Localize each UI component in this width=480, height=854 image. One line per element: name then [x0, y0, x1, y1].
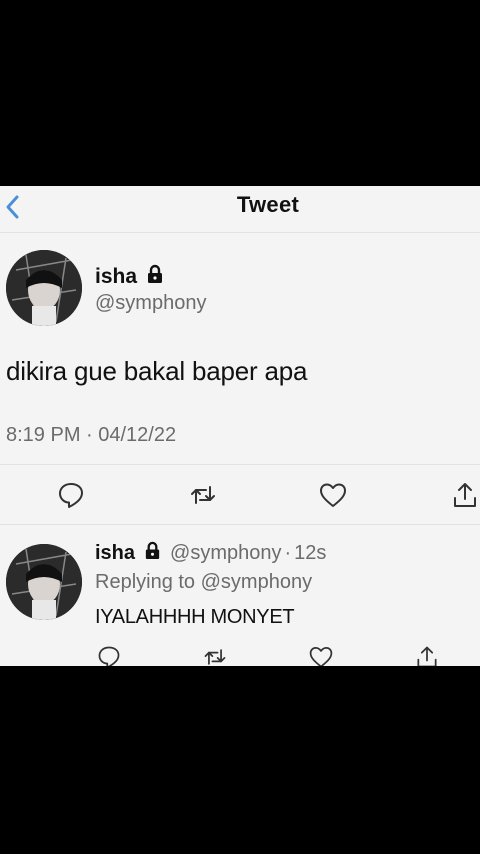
- reply-author-name[interactable]: isha: [95, 542, 135, 565]
- share-button[interactable]: [450, 480, 480, 510]
- heart-icon: [309, 647, 333, 666]
- author-name[interactable]: isha: [95, 264, 165, 290]
- retweet-button[interactable]: [188, 480, 218, 510]
- avatar[interactable]: [6, 250, 82, 326]
- comment-icon: [98, 646, 120, 666]
- retweet-icon: [204, 649, 226, 665]
- tweet-actions: [0, 480, 480, 520]
- replying-to: Replying to @symphony: [95, 571, 312, 594]
- avatar-image: [6, 250, 82, 326]
- heart-icon: [320, 483, 346, 507]
- tweet-timestamp: 8:19 PM · 04/12/22: [6, 424, 177, 446]
- reply-button[interactable]: [96, 644, 122, 666]
- lock-icon: [143, 541, 162, 566]
- separator-dot: ·: [284, 542, 292, 564]
- replying-to-mention[interactable]: @symphony: [201, 571, 312, 593]
- like-button[interactable]: [318, 480, 348, 510]
- share-button[interactable]: [414, 644, 440, 666]
- lock-icon: [145, 264, 165, 290]
- reply-header: isha @symphony · 12s: [95, 541, 326, 566]
- retweet-icon: [191, 486, 215, 504]
- reply-author-handle[interactable]: @symphony: [170, 542, 281, 565]
- share-icon: [454, 483, 476, 507]
- divider: [0, 464, 480, 465]
- tweet-screen: Tweet isha @symphony dikira gue bakal ba…: [0, 186, 480, 666]
- divider: [0, 524, 480, 525]
- author-name-text: isha: [95, 265, 138, 288]
- tweet-text: dikira gue bakal baper apa: [6, 356, 308, 386]
- nav-bar: Tweet: [0, 186, 480, 233]
- retweet-button[interactable]: [202, 644, 228, 666]
- page-title: Tweet: [236, 192, 300, 217]
- replying-to-prefix: Replying to: [95, 571, 196, 593]
- like-button[interactable]: [308, 644, 334, 666]
- comment-icon: [59, 483, 83, 508]
- author-handle[interactable]: @symphony: [95, 292, 206, 315]
- reply-actions: [0, 644, 480, 666]
- reply-avatar[interactable]: [6, 544, 82, 620]
- reply-time: 12s: [294, 542, 327, 564]
- avatar-image: [6, 544, 82, 620]
- reply-button[interactable]: [56, 480, 86, 510]
- reply-text: IYALAHHHH MONYET: [95, 606, 295, 628]
- share-icon: [417, 646, 437, 666]
